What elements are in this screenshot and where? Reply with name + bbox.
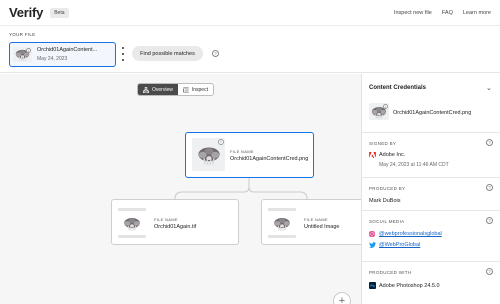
- file-date: May 24, 2023: [37, 56, 68, 62]
- placeholder-bar: [268, 235, 296, 238]
- chevron-down-icon[interactable]: ⌄: [486, 84, 492, 92]
- produced-with-label: PRODUCED WITH: [369, 270, 412, 275]
- signer-name: Adobe Inc.: [379, 152, 406, 158]
- learn-more-link[interactable]: Learn more: [463, 10, 491, 16]
- orchid-image: [123, 216, 141, 231]
- node-thumbnail: [121, 213, 143, 233]
- provenance-canvas[interactable]: Overview Inspect i FILE NAME Orchid01Aga…: [0, 74, 361, 304]
- node-file-name-label: FILE NAME: [304, 217, 328, 222]
- placeholder-bar: [118, 235, 146, 238]
- zoom-in-button[interactable]: +: [333, 292, 351, 304]
- content-credentials-icon: i: [26, 48, 31, 53]
- node-file-name-label: FILE NAME: [230, 149, 254, 154]
- content-credentials-icon: i: [383, 104, 388, 109]
- orchid-image: [197, 146, 220, 166]
- more-options-icon[interactable]: [121, 47, 125, 61]
- photoshop-icon: Ps: [369, 282, 376, 289]
- orchid-image: [273, 216, 291, 231]
- placeholder-bar: [118, 208, 146, 211]
- producing-app: Adobe Photoshop 24.5.0: [379, 283, 440, 289]
- node-file-name: Orchid01Again.tif: [154, 224, 197, 230]
- brand-logo[interactable]: Verify: [9, 5, 43, 20]
- faq-link[interactable]: FAQ: [442, 10, 453, 16]
- beta-badge: Beta: [50, 7, 69, 18]
- help-icon[interactable]: ?: [486, 139, 493, 146]
- content-credentials-panel: Content Credentials ⌄ i Orchid01AgainCon…: [361, 74, 500, 304]
- node-thumbnail: [271, 213, 293, 233]
- produced-by-label: PRODUCED BY: [369, 186, 406, 191]
- app-header: Verify Beta Inspect new file FAQ Learn m…: [0, 0, 500, 26]
- twitter-icon: [369, 242, 376, 248]
- graph-node-ingredient[interactable]: FILE NAME Orchid01Again.tif: [111, 199, 239, 245]
- help-icon[interactable]: ?: [486, 217, 493, 224]
- content-credentials-icon: i: [218, 139, 224, 145]
- find-possible-matches-button[interactable]: Find possible matches: [132, 46, 203, 61]
- file-name: Orchid01AgainContent...: [37, 47, 98, 53]
- signed-by-section: SIGNED BY ? Adobe Inc. May 24, 2023 at 1…: [362, 132, 500, 177]
- node-thumbnail: i: [192, 138, 225, 171]
- node-file-name: Orchid01AgainContentCred.png: [230, 156, 309, 162]
- help-icon[interactable]: ?: [212, 50, 219, 57]
- panel-file-thumbnail: i: [369, 103, 389, 120]
- signed-by-label: SIGNED BY: [369, 141, 397, 146]
- header-links: Inspect new file FAQ Learn more: [394, 10, 491, 16]
- produced-with-section: PRODUCED WITH ? Ps Adobe Photoshop 24.5.…: [362, 261, 500, 304]
- your-file-section: YOUR FILE i Orchid01AgainContent... May …: [0, 26, 500, 73]
- producer-name: Mark DuBois: [369, 198, 401, 204]
- panel-file-name: Orchid01AgainContentCred.png: [393, 110, 472, 116]
- social-media-section: SOCIAL MEDIA ? @webprofessionalsglobal @…: [362, 210, 500, 261]
- adobe-logo-icon: [369, 152, 376, 158]
- help-icon[interactable]: ?: [486, 184, 493, 191]
- placeholder-bar: [268, 208, 296, 211]
- graph-node-ingredient[interactable]: FILE NAME Untitled Image: [261, 199, 361, 245]
- panel-title: Content Credentials: [369, 85, 427, 91]
- graph-node-current-file[interactable]: i FILE NAME Orchid01AgainContentCred.png: [185, 132, 314, 178]
- instagram-icon: [369, 231, 375, 237]
- file-card[interactable]: i Orchid01AgainContent... May 24, 2023: [9, 42, 116, 67]
- file-thumbnail: i: [13, 47, 32, 62]
- node-file-name: Untitled Image: [304, 224, 340, 230]
- inspect-new-file-link[interactable]: Inspect new file: [394, 10, 432, 16]
- signature-date: May 24, 2023 at 11:46 AM CDT: [379, 162, 449, 168]
- help-icon[interactable]: ?: [486, 268, 493, 275]
- instagram-link[interactable]: @webprofessionalsglobal: [379, 231, 442, 237]
- graph-connectors: [174, 177, 308, 200]
- twitter-link[interactable]: @WebProGlobal: [379, 242, 420, 248]
- produced-by-section: PRODUCED BY ? Mark DuBois: [362, 177, 500, 210]
- social-media-label: SOCIAL MEDIA: [369, 219, 405, 224]
- node-file-name-label: FILE NAME: [154, 217, 178, 222]
- your-file-label: YOUR FILE: [9, 32, 36, 37]
